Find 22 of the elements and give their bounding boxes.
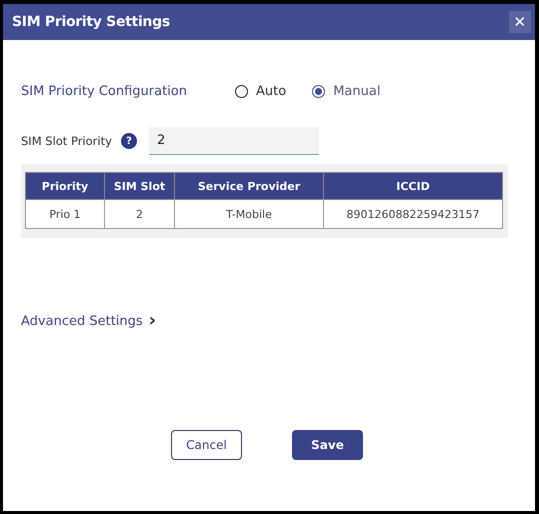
chevron-icon[interactable]: › — [148, 312, 156, 330]
window-title: SIM Priority Settings — [12, 14, 170, 30]
radio-label: Manual — [333, 84, 380, 99]
column-header: SIM Slot — [104, 172, 174, 200]
table-cell: Prio 1 — [26, 200, 104, 228]
slot-priority-label: SIM Slot Priority — [21, 134, 113, 148]
radio-button[interactable] — [312, 85, 326, 98]
configuration-label: SIM Priority Configuration — [21, 84, 188, 99]
advanced-settings-link[interactable]: Advanced Settings — [21, 314, 143, 328]
radio-label: Auto — [256, 84, 286, 99]
column-header: Priority — [26, 172, 104, 200]
column-header: Service Provider — [174, 172, 324, 200]
close-button[interactable]: ✕ — [509, 11, 531, 33]
table-cell: 8901260882259423157 — [324, 200, 502, 228]
input-field[interactable]: 2 — [149, 127, 319, 155]
cancel-button[interactable]: Cancel — [171, 430, 242, 460]
table-cell: T-Mobile — [174, 200, 324, 228]
radio-button[interactable] — [235, 85, 248, 98]
save-button[interactable]: Save — [292, 430, 363, 460]
help-icon[interactable]: ? — [121, 133, 137, 149]
table-cell: 2 — [104, 200, 174, 228]
column-header: ICCID — [324, 172, 502, 200]
